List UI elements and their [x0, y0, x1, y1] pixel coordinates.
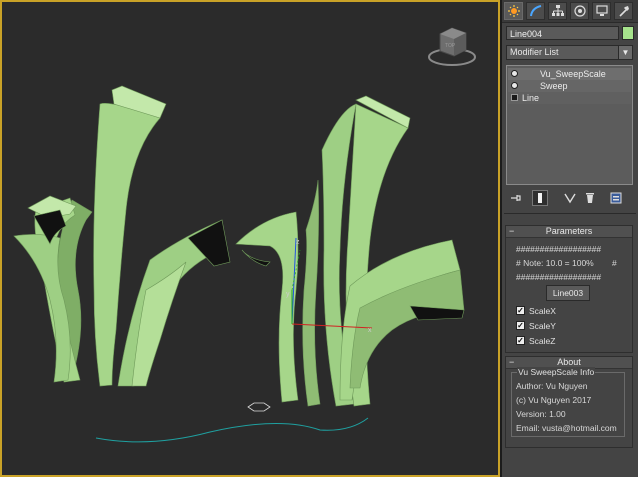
command-panel: Line004 Modifier List ▼ Vu_SweepScale Sw…: [502, 0, 638, 477]
motion-icon: [573, 5, 586, 17]
about-info-group: Vu SweepScale Info Author: Vu Nguyen (c)…: [511, 367, 625, 437]
svg-text:x: x: [368, 327, 372, 334]
tab-create[interactable]: [504, 2, 523, 20]
plus-icon[interactable]: [511, 94, 518, 101]
chevron-down-icon[interactable]: ▼: [618, 46, 632, 59]
stack-item-vu-sweepscale[interactable]: Vu_SweepScale: [508, 68, 631, 80]
stack-toolbar: [502, 186, 638, 210]
make-unique-button[interactable]: [562, 190, 578, 206]
modify-icon: [529, 5, 541, 17]
tab-hierarchy[interactable]: [548, 2, 567, 20]
hash-line-1: ##################: [516, 244, 602, 254]
modifier-list-label: Modifier List: [510, 47, 559, 57]
stack-item-line[interactable]: Line: [508, 92, 631, 104]
pin-stack-icon: [511, 195, 521, 201]
stack-item-label: Vu_SweepScale: [540, 69, 606, 79]
command-panel-tabs: [502, 0, 638, 23]
spline-curve[interactable]: [95, 417, 369, 443]
configure-sets-icon: [610, 192, 622, 204]
spline-profile-shape[interactable]: [247, 402, 271, 412]
show-end-result-button[interactable]: [532, 190, 548, 206]
bulb-icon[interactable]: [511, 82, 518, 89]
tab-modify[interactable]: [526, 2, 545, 20]
tab-display[interactable]: [592, 2, 611, 20]
stack-item-label: Sweep: [540, 81, 568, 91]
remove-modifier-button[interactable]: [582, 190, 598, 206]
note-text: # Note: 10.0 = 100%: [516, 258, 594, 268]
collapse-icon[interactable]: −: [509, 357, 514, 368]
show-end-result-icon: [538, 193, 542, 203]
rollout-title: Parameters: [545, 226, 593, 236]
scalex-checkbox[interactable]: ✓: [516, 306, 525, 315]
scaley-checkbox[interactable]: ✓: [516, 321, 525, 330]
create-icon: [507, 5, 520, 17]
hierarchy-icon: [551, 5, 564, 16]
view-cube-label: TOP: [445, 43, 456, 49]
modifier-list-dropdown[interactable]: Modifier List ▼: [506, 45, 633, 60]
stack-item-sweep[interactable]: Sweep: [508, 80, 631, 92]
make-unique-icon: [564, 193, 576, 204]
configure-sets-button[interactable]: [608, 190, 624, 206]
hash-line-2: ##################: [516, 272, 602, 282]
modifier-stack[interactable]: Vu_SweepScale Sweep Line: [506, 65, 633, 185]
utilities-icon: [618, 6, 629, 17]
object-name-field[interactable]: Line004: [506, 26, 619, 40]
remove-modifier-icon: [586, 193, 594, 203]
parameters-rollout: − Parameters ################## # Note: …: [505, 225, 633, 353]
panel-divider: [504, 213, 636, 214]
scalez-checkbox[interactable]: ✓: [516, 336, 525, 345]
bulb-icon[interactable]: [511, 70, 518, 77]
svg-text:y: y: [286, 291, 290, 298]
copyright-text: (c) Vu Nguyen 2017: [516, 395, 592, 405]
rollout-title: About: [557, 357, 581, 367]
svg-text:z: z: [296, 239, 300, 246]
about-rollout: − About Vu SweepScale Info Author: Vu Ng…: [505, 356, 633, 448]
viewport-scene: z x y TOP: [13, 27, 476, 443]
scalex-label: ScaleX: [529, 306, 556, 316]
stack-item-label: Line: [522, 93, 540, 103]
pick-spline-button[interactable]: Line003: [546, 285, 590, 301]
tab-utilities[interactable]: [614, 2, 633, 20]
pin-stack-button[interactable]: [508, 190, 524, 206]
email-text: Email: vusta@hotmail.com: [516, 423, 617, 433]
left-plant-mesh: [13, 85, 231, 387]
object-color-swatch[interactable]: [622, 26, 634, 40]
display-icon: [595, 5, 608, 16]
version-text: Version: 1.00: [516, 409, 566, 419]
tab-motion[interactable]: [570, 2, 589, 20]
author-text: Author: Vu Nguyen: [516, 381, 588, 391]
scalez-label: ScaleZ: [529, 336, 556, 346]
collapse-icon[interactable]: −: [509, 226, 514, 237]
note-hash: #: [612, 258, 617, 268]
parameters-rollout-header[interactable]: − Parameters: [506, 226, 632, 238]
scaley-label: ScaleY: [529, 321, 556, 331]
right-plant-mesh: [235, 95, 465, 407]
group-title: Vu SweepScale Info: [517, 367, 596, 377]
view-cube-gizmo[interactable]: TOP: [428, 27, 476, 66]
perspective-viewport[interactable]: z x y TOP: [0, 0, 500, 477]
